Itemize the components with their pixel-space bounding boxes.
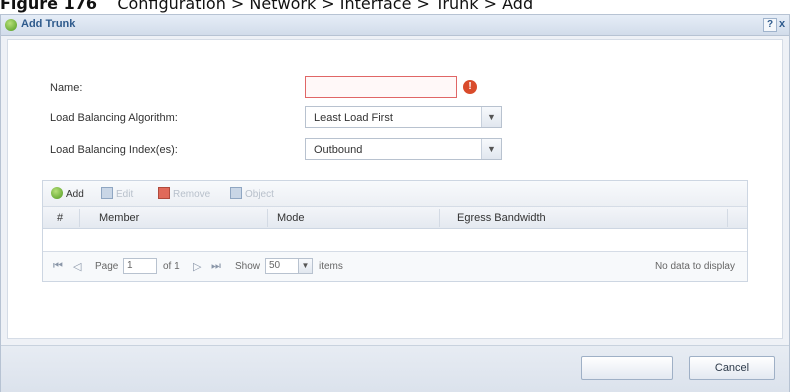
index-label: Load Balancing Index(es): [50,144,178,156]
trunk-icon [5,19,17,31]
dialog-content: Name: ! Load Balancing Algorithm: Least … [7,39,783,339]
col-mode[interactable]: Mode [277,212,305,224]
members-grid: Add Edit Remove Object # Member Mode Egr… [42,180,748,282]
help-icon[interactable]: ? [763,18,777,32]
page-input[interactable]: 1 [123,258,157,274]
last-page-icon[interactable]: ⏭ [211,260,221,273]
algorithm-label: Load Balancing Algorithm: [50,112,178,124]
column-divider [439,209,440,227]
add-icon [51,187,63,199]
figure-caption: Figure 176 Configuration > Network > Int… [0,0,790,14]
name-row: Name: ! [8,76,782,100]
next-page-icon[interactable]: ▷ [193,260,201,273]
dialog-titlebar: Add Trunk ? x [1,15,789,36]
figure-path: Configuration > Network > Interface > Tr… [117,0,534,13]
close-icon[interactable]: x [779,18,789,32]
name-input[interactable] [305,76,457,98]
chevron-down-icon[interactable]: ▼ [481,139,501,159]
ok-button[interactable] [581,356,673,380]
index-value: Outbound [314,144,363,156]
figure-label: Figure 176 [0,0,97,13]
column-divider [267,209,268,227]
algorithm-select[interactable]: Least Load First ▼ [305,106,502,128]
chevron-down-icon[interactable]: ▼ [299,258,313,274]
add-trunk-dialog: Add Trunk ? x Name: ! Load Balancing Alg… [0,14,790,392]
error-icon: ! [463,80,477,94]
edit-icon [101,187,113,199]
dialog-title: Add Trunk [21,18,76,30]
col-member[interactable]: Member [99,212,139,224]
grid-header: # Member Mode Egress Bandwidth [43,207,747,229]
pager-status: No data to display [654,261,735,272]
object-button[interactable]: Object [230,187,274,201]
chevron-down-icon[interactable]: ▼ [481,107,501,127]
dialog-footer: Cancel [1,345,789,392]
remove-label: Remove [173,189,211,200]
col-egress-bandwidth[interactable]: Egress Bandwidth [457,212,546,224]
first-page-icon[interactable]: ⏮ [53,260,63,273]
add-button[interactable]: Add [51,187,84,201]
items-label: items [319,261,343,272]
remove-icon [158,187,170,199]
show-label: Show [235,261,261,272]
edit-button[interactable]: Edit [101,187,133,201]
grid-pager: ⏮ ◁ Page 1 of 1 ▷ ⏭ Show 50 ▼ items No d… [43,251,747,281]
column-divider [79,209,80,227]
remove-button[interactable]: Remove [158,187,210,201]
grid-toolbar: Add Edit Remove Object [43,181,747,207]
col-index[interactable]: # [57,212,63,224]
add-label: Add [66,189,84,200]
column-divider [727,209,728,227]
page-count: of 1 [163,261,180,272]
algorithm-row: Load Balancing Algorithm: Least Load Fir… [8,106,782,130]
index-select[interactable]: Outbound ▼ [305,138,502,160]
prev-page-icon[interactable]: ◁ [73,260,81,273]
edit-label: Edit [116,189,134,200]
object-label: Object [245,189,274,200]
cancel-button[interactable]: Cancel [689,356,775,380]
index-row: Load Balancing Index(es): Outbound ▼ [8,138,782,162]
name-label: Name: [50,82,83,94]
algorithm-value: Least Load First [314,112,393,124]
page-label: Page [95,261,119,272]
page-size-select[interactable]: 50 [265,258,299,274]
object-icon [230,187,242,199]
